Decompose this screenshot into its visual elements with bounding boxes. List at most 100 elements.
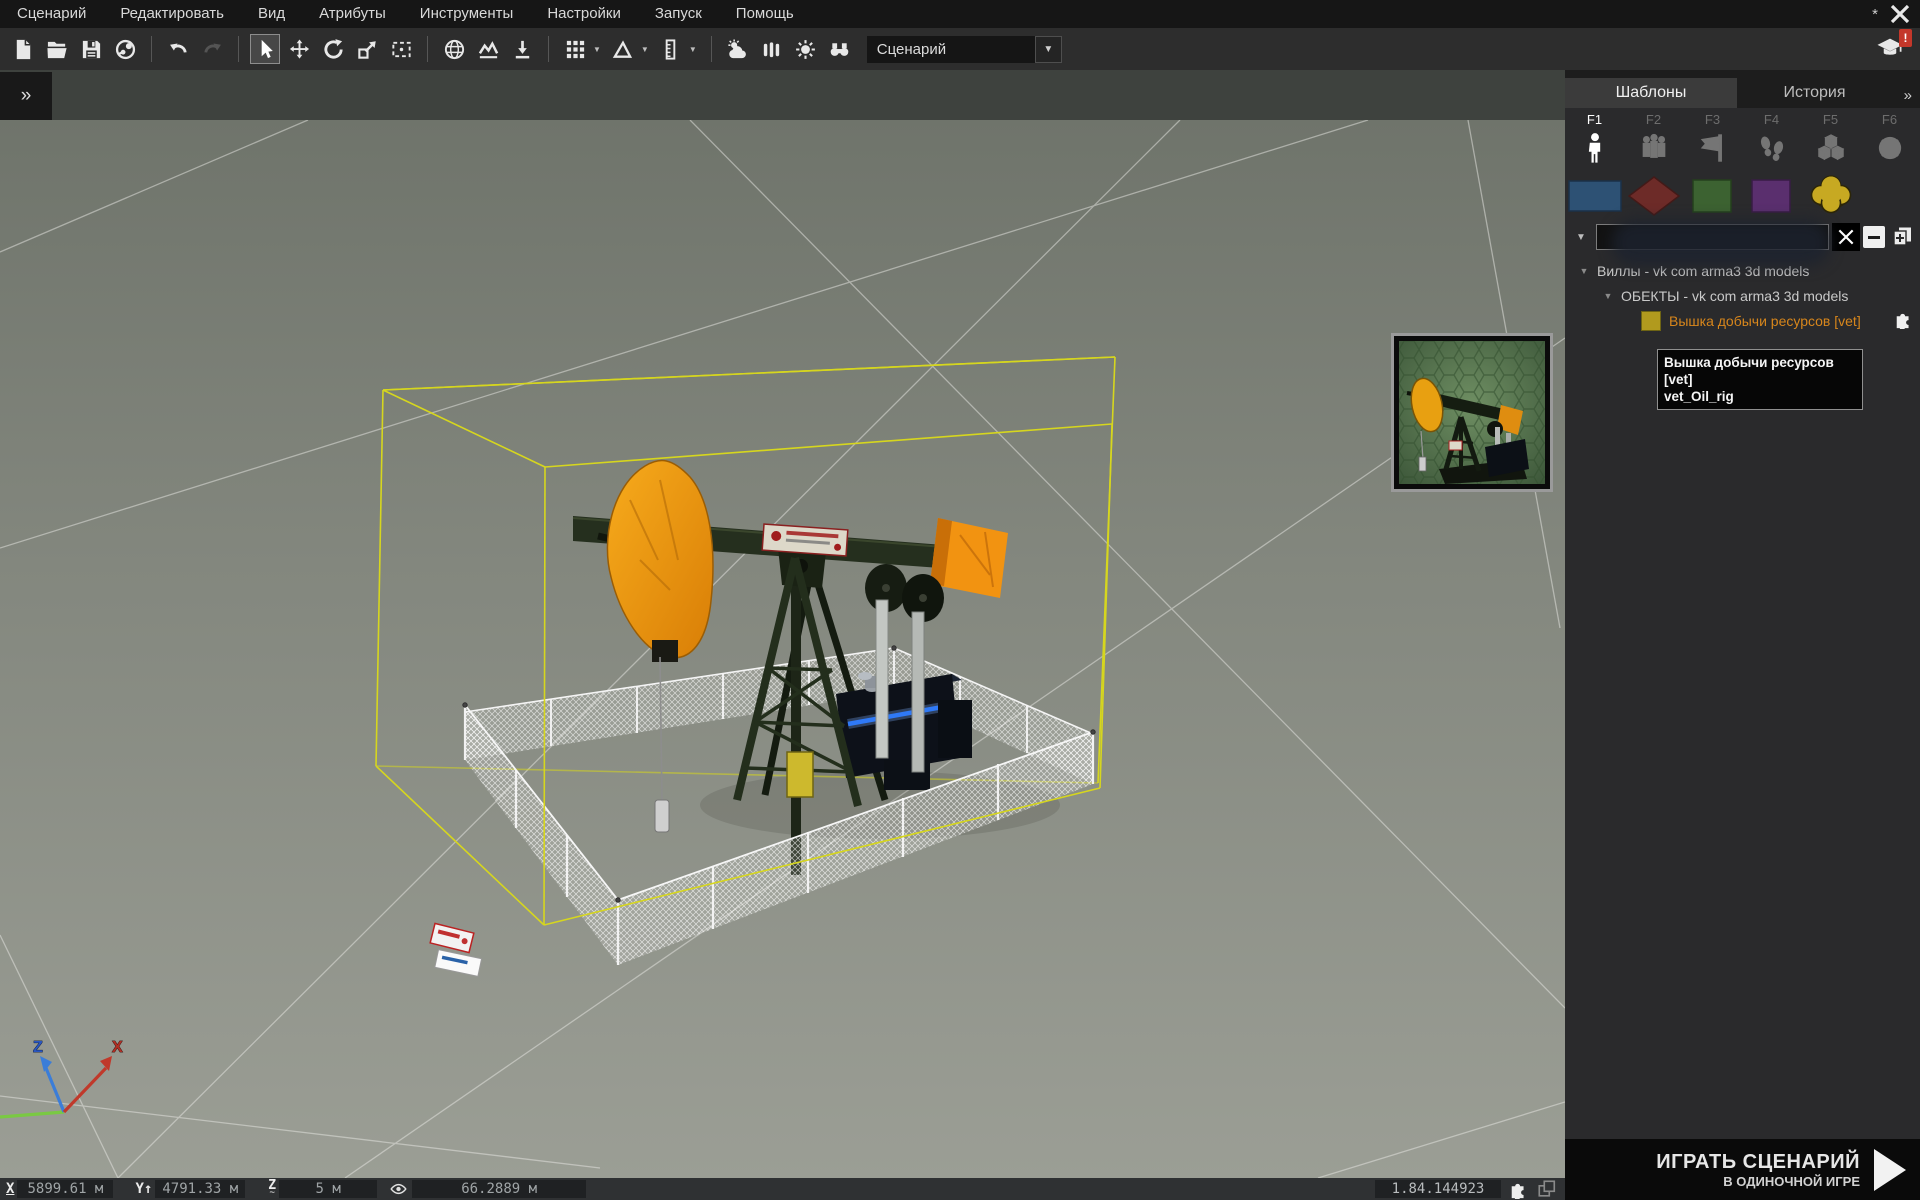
- category-f4-waypoints[interactable]: F4: [1742, 112, 1801, 172]
- tree-caret-icon[interactable]: ▼: [1577, 266, 1591, 276]
- category-f2-groups[interactable]: F2: [1624, 112, 1683, 172]
- fence-warning-sign-2: [435, 950, 482, 977]
- menu-scenario[interactable]: Сценарий: [0, 0, 103, 28]
- redo-icon[interactable]: [198, 35, 226, 63]
- menu-bar: Сценарий Редактировать Вид Атрибуты Инст…: [0, 0, 1920, 28]
- menu-edit[interactable]: Редактировать: [103, 0, 241, 28]
- z-coordinate-field[interactable]: 5 м: [279, 1180, 377, 1198]
- x-coordinate-label: X: [6, 1181, 14, 1197]
- props-cubes-icon: [1814, 130, 1848, 166]
- right-sidebar: Шаблоны История » F1 F2 F3 F4 F5: [1565, 70, 1920, 1200]
- tree-group-label: Виллы - vk com arma3 3d models: [1597, 263, 1809, 279]
- faction-independent-icon[interactable]: [1683, 178, 1742, 214]
- selection-bounding-box-front: [376, 357, 1115, 925]
- tooltip-classname: vet_Oil_rig: [1664, 388, 1856, 405]
- select-tool-icon[interactable]: [251, 35, 279, 63]
- preview-binoculars-icon[interactable]: [826, 35, 854, 63]
- asset-tooltip: Вышка добычи ресурсов [vet] vet_Oil_rig: [1657, 349, 1863, 410]
- save-icon[interactable]: [77, 35, 105, 63]
- phase-combobox[interactable]: Сценарий: [867, 36, 1035, 63]
- sidebar-tabs: Шаблоны История »: [1565, 70, 1920, 108]
- menu-view[interactable]: Вид: [241, 0, 302, 28]
- open-scenario-icon[interactable]: [43, 35, 71, 63]
- menu-help[interactable]: Помощь: [719, 0, 811, 28]
- tab-templates[interactable]: Шаблоны: [1565, 78, 1737, 108]
- new-scenario-icon[interactable]: [9, 35, 37, 63]
- tab-history[interactable]: История: [1737, 78, 1892, 108]
- angle-snap-dropdown-icon[interactable]: ▼: [641, 45, 649, 54]
- faction-empty-icon[interactable]: [1801, 173, 1860, 219]
- y-coordinate-label: Y↑: [135, 1181, 152, 1197]
- tutorial-alert-badge: !: [1899, 29, 1912, 47]
- y-coordinate-field[interactable]: 4791.33 м: [155, 1180, 245, 1198]
- tree-group-villas[interactable]: ▼ Виллы - vk com arma3 3d models: [1565, 258, 1920, 283]
- layers-icon[interactable]: [1537, 1179, 1557, 1199]
- weather-icon[interactable]: [724, 35, 752, 63]
- category-f6-modules[interactable]: F6: [1860, 112, 1919, 172]
- asset-search-row: ▼: [1565, 220, 1920, 254]
- copy-add-icon[interactable]: [1888, 223, 1916, 251]
- tree-item-label: Вышка добычи ресурсов [vet]: [1669, 313, 1861, 329]
- surface-snap-icon[interactable]: [474, 35, 502, 63]
- ground-grid-lines: [0, 120, 1565, 1178]
- tree-caret-icon[interactable]: ▼: [1601, 291, 1615, 301]
- x-coordinate-field[interactable]: 5899.61 м: [17, 1180, 113, 1198]
- camera-height-field[interactable]: 66.2889 м: [412, 1180, 586, 1198]
- version-label: 1.84.144923: [1375, 1180, 1501, 1198]
- axis-gizmo: Z X: [0, 1039, 123, 1117]
- grid-snap-dropdown-icon[interactable]: ▼: [593, 45, 601, 54]
- faction-civilian-icon[interactable]: [1742, 178, 1801, 214]
- scale-tool-icon[interactable]: [353, 35, 381, 63]
- fog-icon[interactable]: [758, 35, 786, 63]
- menu-attributes[interactable]: Атрибуты: [302, 0, 403, 28]
- tree-group-objects[interactable]: ▼ ОБЕКТЫ - vk com arma3 3d models: [1565, 283, 1920, 308]
- waypoint-footprints-icon: [1755, 130, 1789, 166]
- tooltip-display-name: Вышка добычи ресурсов [vet]: [1664, 354, 1856, 388]
- play-scenario-title: ИГРАТЬ СЦЕНАРИЙ: [1656, 1151, 1860, 1174]
- tutorial-hints-icon[interactable]: !: [1874, 33, 1910, 65]
- play-scenario-button[interactable]: ИГРАТЬ СЦЕНАРИЙ В ОДИНОЧНОЙ ИГРЕ: [1565, 1139, 1920, 1200]
- gizmo-z-label: Z: [33, 1039, 43, 1056]
- translate-tool-icon[interactable]: [285, 35, 313, 63]
- character-icon: [1578, 130, 1612, 166]
- publish-steam-icon[interactable]: [111, 35, 139, 63]
- search-input[interactable]: [1596, 224, 1829, 250]
- category-f5-props[interactable]: F5: [1801, 112, 1860, 172]
- gizmo-x-label: X: [112, 1039, 123, 1056]
- ruler-snap-dropdown-icon[interactable]: ▼: [689, 45, 697, 54]
- search-filter-dropdown-icon[interactable]: ▼: [1569, 225, 1593, 249]
- daylight-sun-icon[interactable]: [792, 35, 820, 63]
- menu-settings[interactable]: Настройки: [530, 0, 638, 28]
- category-f3-triggers[interactable]: F3: [1683, 112, 1742, 172]
- faction-blufor-icon[interactable]: [1565, 179, 1624, 213]
- module-circle-x-icon: [1873, 130, 1907, 166]
- phase-combobox-arrow-icon[interactable]: ▼: [1035, 36, 1062, 63]
- unsaved-changes-indicator: *: [1872, 6, 1878, 23]
- tabs-more-button[interactable]: »: [1904, 87, 1920, 108]
- terrain-globe-icon[interactable]: [440, 35, 468, 63]
- menu-play[interactable]: Запуск: [638, 0, 719, 28]
- search-clear-icon[interactable]: [1832, 223, 1860, 251]
- collapse-all-button[interactable]: [1863, 226, 1885, 248]
- mod-puzzle-icon: [1894, 309, 1914, 332]
- expand-left-panel-button[interactable]: »: [0, 72, 52, 120]
- close-icon[interactable]: [1888, 2, 1912, 26]
- viewport-3d-scene[interactable]: Z X: [0, 120, 1565, 1178]
- fence-warning-sign: [430, 923, 474, 952]
- vertical-snap-icon[interactable]: [508, 35, 536, 63]
- phase-combobox-value: Сценарий: [877, 41, 946, 58]
- menu-tools[interactable]: Инструменты: [403, 0, 531, 28]
- selection-marker-box: [787, 752, 813, 797]
- area-select-tool-icon[interactable]: [387, 35, 415, 63]
- category-f1-characters[interactable]: F1: [1565, 112, 1624, 172]
- play-triangle-icon: [1874, 1149, 1906, 1191]
- play-scenario-subtitle: В ОДИНОЧНОЙ ИГРЕ: [1656, 1174, 1860, 1189]
- undo-icon[interactable]: [164, 35, 192, 63]
- tree-item-oil-rig[interactable]: Вышка добычи ресурсов [vet]: [1565, 308, 1920, 333]
- mods-puzzle-icon[interactable]: [1509, 1179, 1529, 1199]
- faction-opfor-icon[interactable]: [1624, 176, 1683, 216]
- grid-snap-icon[interactable]: [561, 35, 589, 63]
- ruler-snap-icon[interactable]: [657, 35, 685, 63]
- rotate-tool-icon[interactable]: [319, 35, 347, 63]
- angle-snap-icon[interactable]: [609, 35, 637, 63]
